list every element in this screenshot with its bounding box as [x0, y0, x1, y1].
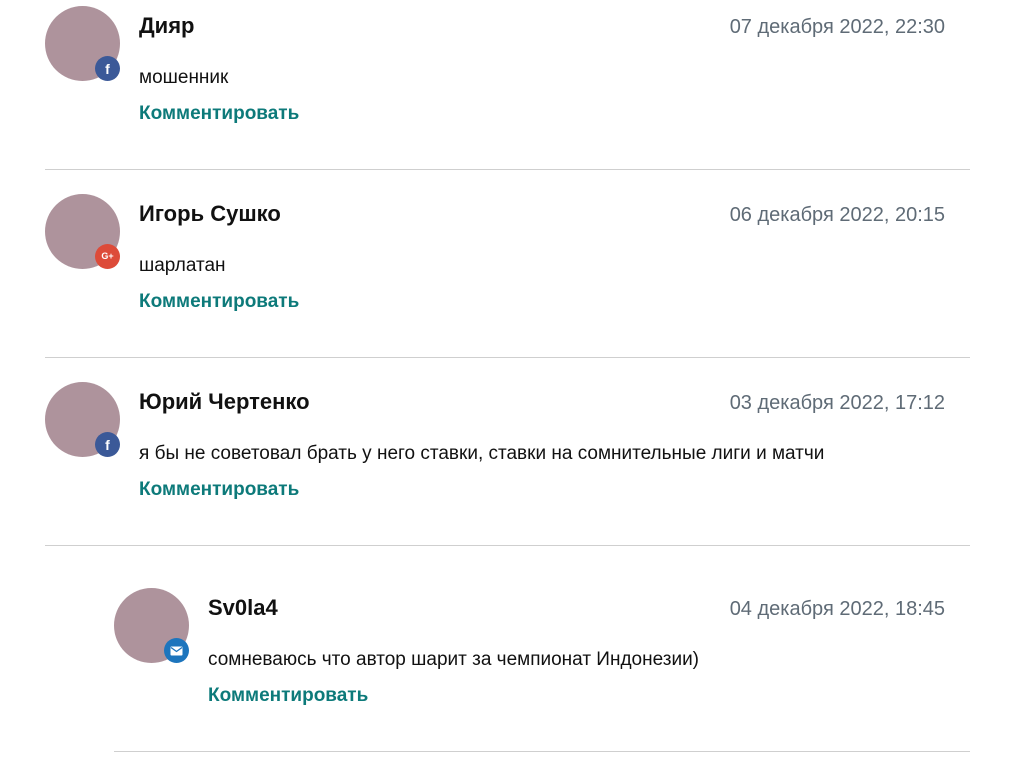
avatar[interactable]: f	[45, 382, 120, 457]
comment-date: 03 декабря 2022, 17:12	[729, 392, 945, 414]
comment-date: 04 декабря 2022, 18:45	[729, 598, 945, 620]
envelope-icon	[170, 646, 183, 655]
comment-author[interactable]: Дияр	[139, 13, 194, 39]
comment-date: 06 декабря 2022, 20:15	[729, 204, 945, 226]
divider	[45, 357, 970, 358]
comment-text: мошенник	[139, 67, 229, 88]
divider	[114, 751, 970, 752]
avatar[interactable]: f	[45, 6, 120, 81]
comment-text: сомневаюсь что автор шарит за чемпионат …	[208, 649, 700, 670]
facebook-icon: f	[95, 56, 120, 81]
comment-reply-link[interactable]: Комментировать	[139, 291, 299, 313]
comment-text: шарлатан	[139, 255, 226, 276]
mail-icon	[164, 638, 189, 663]
avatar[interactable]	[114, 588, 189, 663]
comments-list: f Дияр 07 декабря 2022, 22:30 мошенник К…	[0, 0, 1012, 762]
comment-reply-item: Sv0la4 04 декабря 2022, 18:45 сомневаюсь…	[114, 588, 970, 718]
comment-date: 07 декабря 2022, 22:30	[729, 16, 945, 38]
comment-item: f Юрий Чертенко 03 декабря 2022, 17:12 я…	[45, 382, 970, 512]
comment-author[interactable]: Игорь Сушко	[139, 201, 281, 227]
divider	[45, 169, 970, 170]
google-plus-icon: G+	[95, 244, 120, 269]
facebook-icon: f	[95, 432, 120, 457]
comment-author[interactable]: Юрий Чертенко	[139, 389, 310, 415]
comment-item: G+ Игорь Сушко 06 декабря 2022, 20:15 ша…	[45, 194, 970, 324]
avatar[interactable]: G+	[45, 194, 120, 269]
divider	[45, 545, 970, 546]
comment-author[interactable]: Sv0la4	[208, 595, 278, 621]
comment-item: f Дияр 07 декабря 2022, 22:30 мошенник К…	[45, 6, 970, 136]
comment-reply-link[interactable]: Комментировать	[139, 103, 299, 125]
comment-reply-link[interactable]: Комментировать	[208, 685, 368, 707]
comment-reply-link[interactable]: Комментировать	[139, 479, 299, 501]
comment-text: я бы не советовал брать у него ставки, с…	[139, 443, 825, 464]
